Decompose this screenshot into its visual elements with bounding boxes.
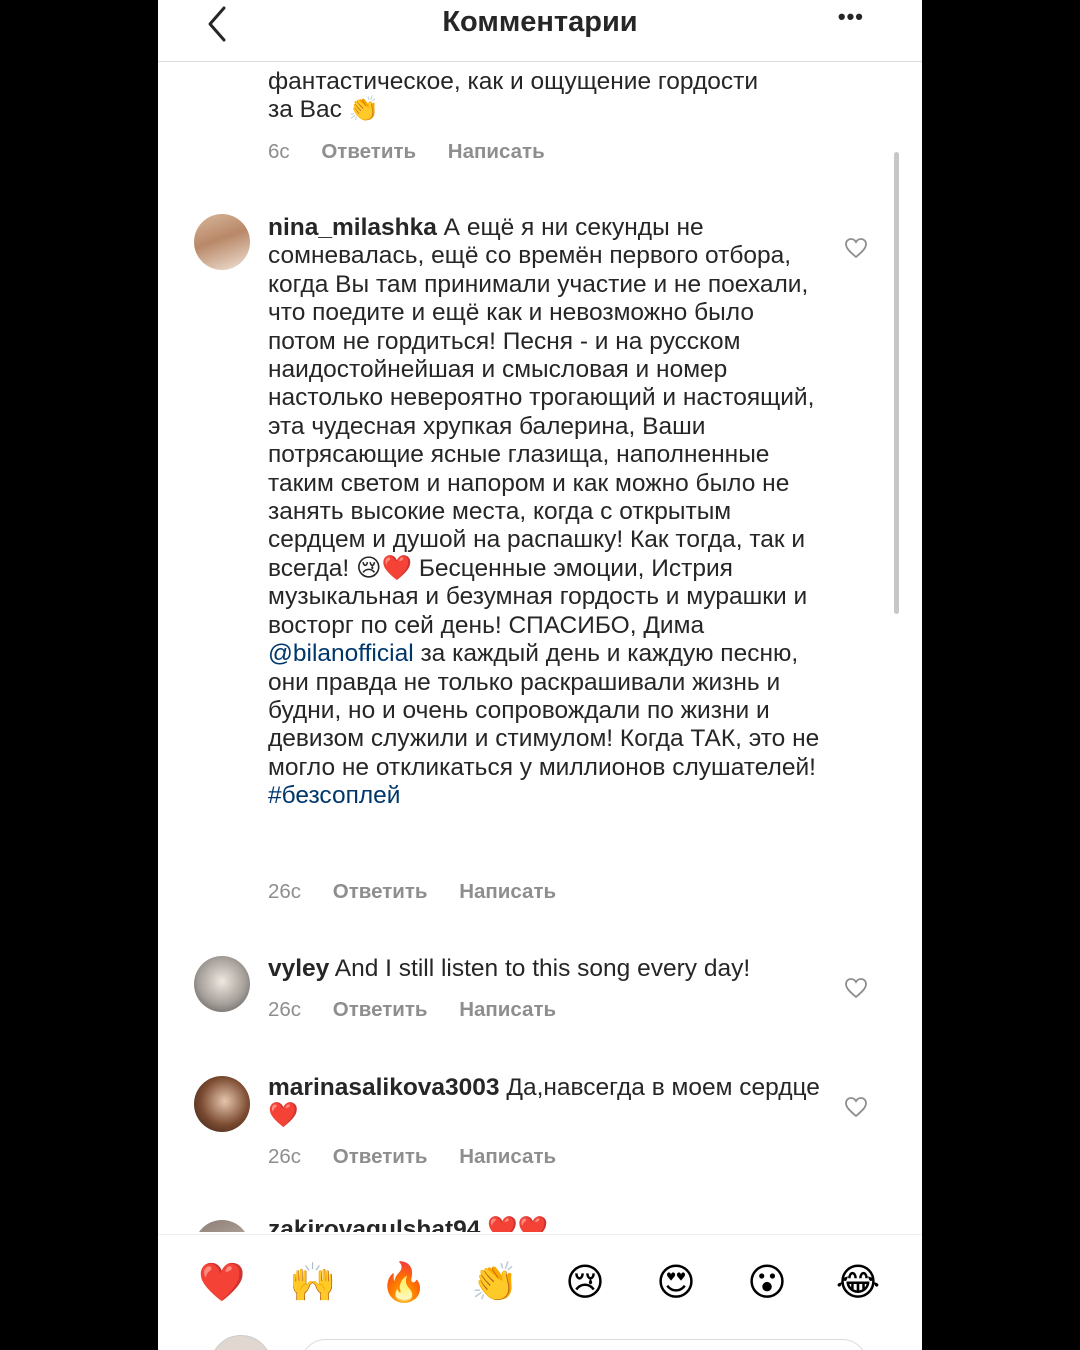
comment-text: nina_milashka А ещё я ни секунды не сомн… [268,214,828,811]
avatar[interactable] [194,1220,250,1232]
comment-username[interactable]: nina_milashka [268,214,437,241]
comment-username[interactable]: marinasalikova3003 [268,1074,500,1101]
write-button[interactable]: Написать [448,140,545,163]
comment-actions: 6с Ответить Написать [268,140,571,164]
comment-input[interactable] [300,1339,868,1350]
reply-button[interactable]: Ответить [333,880,428,903]
reply-button[interactable]: Ответить [321,140,416,163]
top-bar: Комментарии ••• [158,0,922,58]
comment-body: ❤️❤️ [487,1216,549,1232]
comment-body: And I still listen to this song every da… [334,955,751,982]
mention-link[interactable]: @bilanofficial [268,640,414,667]
heart-outline-icon[interactable] [844,976,868,1000]
reply-button[interactable]: Ответить [333,1145,428,1168]
avatar[interactable] [194,214,250,270]
avatar[interactable] [194,956,250,1012]
comments-screen: фантастическое, как и ощущение гордости … [158,0,922,1350]
header-divider [158,61,922,62]
reaction-surprised[interactable]: 😮 [744,1259,790,1305]
comment-body: А ещё я ни секунды не сомневалась, ещё с… [268,214,815,639]
comment-time: 6с [268,140,290,163]
write-button[interactable]: Написать [459,998,556,1021]
quick-reactions-bar: ❤️ 🙌 🔥 👏 😢 😍 😮 😂 [158,1234,922,1350]
comment-text: фантастическое, как и ощущение гордости … [268,68,759,124]
reaction-laugh[interactable]: 😂 [835,1259,881,1305]
comment-username[interactable]: vyley [268,955,329,982]
page-title: Комментарии [442,6,638,38]
write-button[interactable]: Написать [459,880,556,903]
hashtag-link[interactable]: #безсоплей [268,782,400,809]
more-options-icon[interactable]: ••• [838,4,864,30]
reaction-heart-eyes[interactable]: 😍 [653,1259,699,1305]
reaction-fire[interactable]: 🔥 [380,1259,427,1305]
reaction-raised-hands[interactable]: 🙌 [289,1259,336,1305]
comment-actions: 26с Ответить Написать [268,880,582,904]
comment-actions: 26с Ответить Написать [268,1145,582,1169]
reaction-heart[interactable]: ❤️ [198,1259,245,1305]
comment-text: vyley And I still listen to this song ev… [268,955,828,983]
avatar[interactable] [194,1076,250,1132]
avatar [210,1335,272,1350]
reaction-clap[interactable]: 👏 [471,1259,518,1305]
write-button[interactable]: Написать [459,1145,556,1168]
comment-text: zakirovagulshat94 ❤️❤️ [268,1216,828,1232]
comment-username[interactable]: zakirovagulshat94 [268,1216,480,1232]
heart-outline-icon[interactable] [844,1095,868,1119]
heart-outline-icon[interactable] [844,236,868,260]
comment-time: 26с [268,998,302,1021]
comment-text: marinasalikova3003 Да,навсегда в моем се… [268,1074,828,1131]
comment-time: 26с [268,880,302,903]
comment-time: 26с [268,1145,302,1168]
comments-list[interactable]: фантастическое, как и ощущение гордости … [158,0,922,1232]
reaction-cry[interactable]: 😢 [562,1259,608,1305]
reply-button[interactable]: Ответить [333,998,428,1021]
scrollbar[interactable] [894,152,899,614]
comment-actions: 26с Ответить Написать [268,998,582,1022]
